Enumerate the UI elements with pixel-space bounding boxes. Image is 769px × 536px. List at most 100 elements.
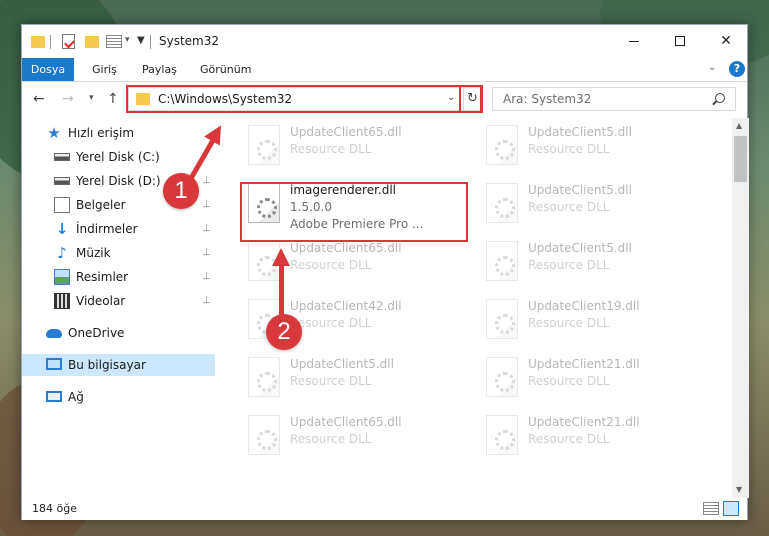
- file-highlight: [240, 182, 468, 242]
- forward-arrow-icon[interactable]: →: [62, 91, 74, 107]
- scroll-up-icon[interactable]: ▲: [736, 121, 742, 130]
- file-item[interactable]: UpdateClient5.dll Resource DLL: [242, 355, 472, 401]
- toolbar-divider: [50, 35, 51, 49]
- pin-icon[interactable]: ⊥: [202, 295, 211, 306]
- file-item[interactable]: UpdateClient5.dll Resource DLL: [480, 123, 710, 169]
- sidebar-item-label: Yerel Disk (C:): [76, 150, 160, 164]
- pin-icon[interactable]: ⊥: [202, 175, 211, 186]
- back-arrow-icon[interactable]: ←: [33, 91, 45, 107]
- address-highlight: [126, 85, 482, 113]
- properties-icon[interactable]: [62, 34, 75, 49]
- new-folder-icon[interactable]: [85, 36, 99, 48]
- file-type: Resource DLL: [528, 432, 610, 446]
- sidebar-item-label: Bu bilgisayar: [68, 358, 146, 372]
- file-type: Resource DLL: [290, 374, 372, 388]
- dll-file-icon: [486, 183, 518, 223]
- tab-view[interactable]: Görünüm: [192, 58, 259, 81]
- customize-toolbar-icon[interactable]: ▼: [137, 35, 145, 51]
- close-button[interactable]: ✕: [703, 25, 749, 57]
- file-type: Resource DLL: [528, 374, 610, 388]
- downloads-icon: ↓: [55, 220, 69, 238]
- status-bar: 184 öğe: [22, 498, 747, 520]
- network-icon: [46, 391, 62, 402]
- file-type: Resource DLL: [290, 316, 372, 330]
- sidebar-item[interactable]: ↓ İndirmeler ⊥: [22, 218, 215, 240]
- details-view-icon[interactable]: [703, 502, 719, 515]
- maximize-icon: [675, 36, 685, 46]
- minimize-icon: [629, 40, 639, 42]
- annotation-arrow-2: [272, 247, 290, 322]
- sidebar-item-label: Hızlı erişim: [68, 126, 135, 140]
- file-name: UpdateClient5.dll: [528, 183, 632, 197]
- file-item[interactable]: UpdateClient21.dll Resource DLL: [480, 355, 710, 401]
- file-list: UpdateClient65.dll Resource DLL UpdateClie…: [222, 118, 732, 498]
- sidebar-item[interactable]: OneDrive: [22, 322, 215, 344]
- file-name: UpdateClient65.dll: [290, 125, 402, 139]
- tab-home[interactable]: Giriş: [84, 58, 125, 81]
- sidebar-item-label: Yerel Disk (D:): [76, 174, 161, 188]
- sidebar-item[interactable]: Videolar ⊥: [22, 290, 215, 312]
- step-badge-1: 1: [163, 173, 199, 209]
- pin-icon[interactable]: ⊥: [202, 271, 211, 282]
- chevron-down-icon[interactable]: ▾: [125, 35, 130, 51]
- up-arrow-icon[interactable]: ↑: [107, 91, 119, 107]
- file-type: Resource DLL: [528, 258, 610, 272]
- sidebar-item[interactable]: Bu bilgisayar: [22, 354, 215, 376]
- dll-file-icon: [486, 357, 518, 397]
- maximize-button[interactable]: [657, 25, 703, 57]
- tab-share[interactable]: Paylaş: [134, 58, 185, 81]
- view-icon[interactable]: [106, 35, 122, 48]
- sidebar-item-label: Ağ: [68, 390, 84, 404]
- sidebar-item-label: Resimler: [76, 270, 129, 284]
- file-name: UpdateClient21.dll: [528, 357, 640, 371]
- sidebar-item-label: Belgeler: [76, 198, 126, 212]
- scroll-down-icon[interactable]: ▼: [736, 485, 742, 494]
- sidebar-item[interactable]: ♪ Müzik ⊥: [22, 242, 215, 264]
- file-name: UpdateClient5.dll: [290, 357, 394, 371]
- sidebar-item[interactable]: Yerel Disk (C:): [22, 146, 215, 168]
- sidebar-item-label: Videolar: [76, 294, 126, 308]
- scrollbar-thumb[interactable]: [734, 136, 747, 182]
- computer-icon: [46, 358, 62, 370]
- sidebar-item[interactable]: Ağ: [22, 386, 215, 408]
- file-item[interactable]: UpdateClient5.dll Resource DLL: [480, 239, 710, 285]
- sidebar-item[interactable]: Resimler ⊥: [22, 266, 215, 288]
- file-type: Resource DLL: [528, 142, 610, 156]
- help-icon[interactable]: ?: [729, 61, 745, 77]
- file-item[interactable]: UpdateClient19.dll Resource DLL: [480, 297, 710, 343]
- pin-icon[interactable]: ⊥: [202, 247, 211, 258]
- documents-icon: [54, 197, 70, 213]
- file-item[interactable]: UpdateClient65.dll Resource DLL: [242, 123, 472, 169]
- file-type: Resource DLL: [290, 142, 372, 156]
- file-name: UpdateClient21.dll: [528, 415, 640, 429]
- sidebar-item-label: OneDrive: [68, 326, 125, 340]
- file-type: Resource DLL: [528, 200, 610, 214]
- file-name: UpdateClient5.dll: [528, 241, 632, 255]
- file-item[interactable]: UpdateClient5.dll Resource DLL: [480, 181, 710, 227]
- pin-icon[interactable]: ⊥: [202, 199, 211, 210]
- window-title: System32: [159, 34, 220, 48]
- videos-icon: [54, 293, 70, 309]
- tab-file[interactable]: Dosya: [22, 58, 74, 81]
- expand-ribbon-icon[interactable]: ⌄: [708, 62, 716, 73]
- minimize-button[interactable]: [611, 25, 657, 57]
- dll-file-icon: [248, 125, 280, 165]
- file-item[interactable]: UpdateClient65.dll Resource DLL: [242, 413, 472, 459]
- dll-file-icon: [486, 241, 518, 281]
- refresh-highlight: [459, 85, 483, 113]
- file-name: UpdateClient42.dll: [290, 299, 402, 313]
- sidebar-item-label: İndirmeler: [76, 222, 138, 236]
- search-input[interactable]: Ara: System32: [492, 87, 736, 111]
- pin-icon[interactable]: ⊥: [202, 223, 211, 234]
- recent-locations-icon[interactable]: ▾: [89, 93, 94, 103]
- dll-file-icon: [486, 299, 518, 339]
- sidebar-item[interactable]: ★ Hızlı erişim: [22, 122, 215, 144]
- dll-file-icon: [248, 357, 280, 397]
- star-icon: ★: [47, 124, 61, 142]
- file-item[interactable]: UpdateClient21.dll Resource DLL: [480, 413, 710, 459]
- explorer-window: ▾ ▼ System32 ✕ Dosya Giriş Paylaş Görünü…: [21, 24, 749, 520]
- tiles-view-icon[interactable]: [723, 501, 739, 516]
- search-icon[interactable]: [715, 93, 725, 103]
- title-divider: [150, 35, 151, 49]
- vertical-scrollbar[interactable]: ▲ ▼: [732, 118, 749, 498]
